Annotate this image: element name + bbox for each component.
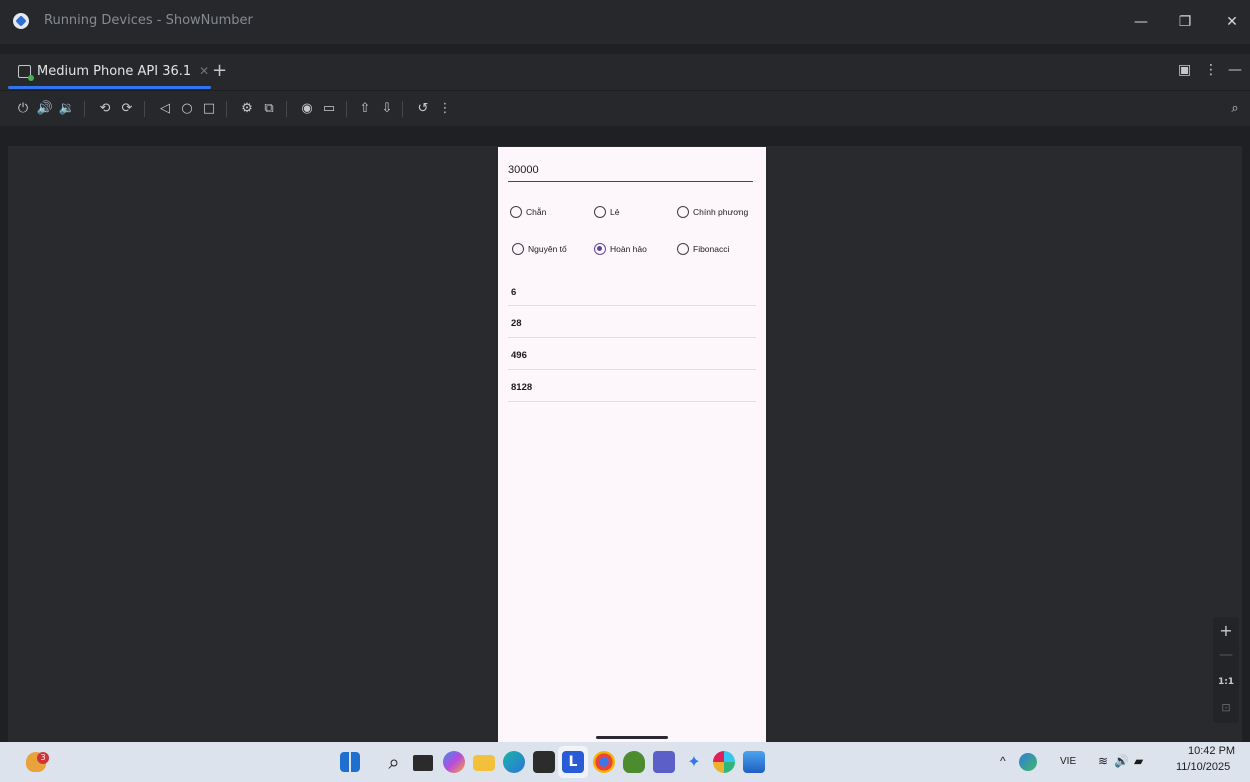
android-studio-logo-icon: [13, 13, 29, 29]
tab-label: Medium Phone API 36.1: [37, 63, 192, 79]
app-l-icon[interactable]: L: [562, 751, 584, 773]
actual-size-button[interactable]: 1:1: [1213, 677, 1239, 687]
back-icon[interactable]: ◁: [156, 100, 174, 118]
toolbar-separator: [346, 101, 347, 117]
radio-button-circle: [594, 206, 606, 218]
zoom-controls: + — 1:1 ⊡: [1213, 617, 1239, 723]
cloud-sync-icon[interactable]: [1019, 753, 1037, 771]
radio-chinh-phuong[interactable]: Chính phương: [677, 206, 748, 218]
title-bar: Running Devices - ShowNumber — ❐ ✕: [0, 0, 1250, 44]
radio-button-circle-checked: [594, 243, 606, 255]
edge-icon[interactable]: [503, 751, 525, 773]
notification-badge: 3: [37, 752, 49, 764]
android-studio-icon[interactable]: ✦: [683, 751, 705, 773]
device-tab-icon: [18, 64, 34, 81]
list-item: 496: [508, 338, 756, 370]
radio-button-circle: [505, 201, 527, 223]
volume-down-icon[interactable]: 🔉: [58, 100, 76, 118]
battery-icon[interactable]: ▰: [1134, 754, 1143, 768]
minimize-icon[interactable]: —: [1129, 10, 1153, 34]
show-hidden-icons-icon[interactable]: ^: [1000, 754, 1006, 768]
more-actions-icon[interactable]: ⋮: [436, 100, 454, 118]
screenshot-icon[interactable]: ◉: [298, 100, 316, 118]
task-view-icon[interactable]: [413, 755, 433, 771]
window-title: Running Devices - ShowNumber: [44, 13, 253, 28]
radio-label: Hoàn hảo: [610, 244, 647, 254]
radio-button-circle: [512, 243, 524, 255]
tab-device[interactable]: Medium Phone API 36.1 ✕: [8, 54, 212, 88]
teams-icon[interactable]: [653, 751, 675, 773]
home-icon[interactable]: ○: [178, 100, 196, 118]
close-icon[interactable]: ✕: [1220, 10, 1244, 34]
tab-close-icon[interactable]: ✕: [199, 64, 209, 78]
clock-time[interactable]: 10:42 PM: [1188, 745, 1235, 757]
wifi-icon[interactable]: ≋: [1098, 754, 1108, 768]
add-tab-icon[interactable]: +: [212, 60, 227, 81]
overview-icon[interactable]: □: [200, 100, 218, 118]
toolbar-separator: [226, 101, 227, 117]
radio-label: Fibonacci: [693, 244, 730, 254]
slack-icon[interactable]: [713, 751, 735, 773]
copilot-icon[interactable]: [443, 751, 465, 773]
radio-le[interactable]: Lẻ: [594, 206, 619, 218]
rotate-right-icon[interactable]: ⟳: [118, 100, 136, 118]
language-indicator[interactable]: VIE: [1060, 756, 1076, 767]
phone-screen: 30000 Chẵn Lẻ Chính phương Nguyên tố Hoà…: [498, 147, 766, 742]
device-settings-icon[interactable]: ⚙: [238, 100, 256, 118]
toolbar-separator: [286, 101, 287, 117]
number-input[interactable]: 30000: [508, 164, 753, 182]
power-icon[interactable]: ⏻: [14, 100, 32, 118]
radio-label: Chính phương: [693, 207, 749, 217]
list-item: 8128: [508, 370, 756, 402]
radio-fibonacci[interactable]: Fibonacci: [677, 243, 729, 255]
toolbar-separator: [144, 101, 145, 117]
chrome-icon[interactable]: [593, 751, 615, 773]
windows-taskbar: ⌕ L ✦ ^ VIE ≋ 🔊 ▰ 10:42 PM 11/10/2025: [0, 742, 1250, 782]
radio-hoan-hao[interactable]: Hoàn hảo: [594, 243, 647, 255]
more-options-icon[interactable]: ⋮: [1204, 62, 1218, 78]
restore-icon[interactable]: ❐: [1173, 10, 1197, 34]
search-device-icon[interactable]: ⌕: [1226, 100, 1244, 118]
volume-icon[interactable]: 🔊: [1114, 754, 1129, 768]
rotate-left-icon[interactable]: ⟲: [96, 100, 114, 118]
radio-chan[interactable]: Chẵn: [505, 201, 547, 223]
list-item: 6: [508, 275, 756, 306]
store-icon[interactable]: [533, 751, 555, 773]
gesture-home-bar[interactable]: [596, 736, 668, 739]
radio-button-circle: [677, 243, 689, 255]
file-explorer-icon[interactable]: [473, 755, 495, 771]
zoom-in-icon[interactable]: +: [1213, 621, 1239, 640]
list-item: 28: [508, 306, 756, 338]
windows-start-icon[interactable]: [340, 752, 360, 772]
tab-selected-indicator: [8, 86, 211, 89]
toolbar-separator: [402, 101, 403, 117]
toolbar-separator: [84, 101, 85, 117]
zoom-out-icon[interactable]: —: [1213, 647, 1239, 663]
volume-up-icon[interactable]: 🔊: [36, 100, 54, 118]
download-icon[interactable]: ⇩: [378, 100, 396, 118]
radio-nguyen-to[interactable]: Nguyên tố: [512, 243, 567, 255]
dev-tool-icon[interactable]: [623, 751, 645, 773]
device-mirroring-icon[interactable]: ⧉: [260, 100, 278, 118]
search-icon[interactable]: ⌕: [383, 751, 405, 773]
clock-date[interactable]: 11/10/2025: [1176, 761, 1230, 773]
radio-label: Lẻ: [610, 207, 620, 217]
fit-screen-icon[interactable]: ⊡: [1213, 701, 1239, 714]
results-list: 6 28 496 8128: [508, 275, 756, 402]
radio-label: Nguyên tố: [528, 244, 567, 254]
radio-label: Chẵn: [526, 207, 547, 217]
upload-icon[interactable]: ⇧: [356, 100, 374, 118]
hide-panel-icon[interactable]: —: [1228, 62, 1242, 78]
screen-record-icon[interactable]: ▭: [320, 100, 338, 118]
device-toolbar: ⏻ 🔊 🔉 ⟲ ⟳ ◁ ○ □ ⚙ ⧉ ◉ ▭ ⇧ ⇩ ↺ ⋮ ⌕: [0, 90, 1250, 126]
word-icon[interactable]: [743, 751, 765, 773]
tab-bar: Medium Phone API 36.1 ✕ + ▣ ⋮ —: [0, 54, 1250, 90]
radio-button-circle: [677, 206, 689, 218]
reset-icon[interactable]: ↺: [414, 100, 432, 118]
layout-icon[interactable]: ▣: [1178, 62, 1191, 78]
